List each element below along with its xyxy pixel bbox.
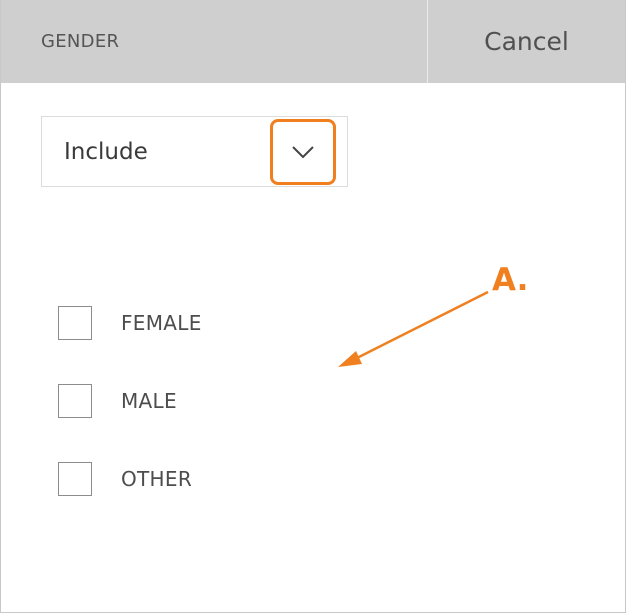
option-label: MALE — [121, 389, 177, 413]
panel-title: GENDER — [41, 31, 120, 52]
male-checkbox[interactable] — [58, 384, 92, 418]
option-label: OTHER — [121, 467, 193, 491]
option-label: FEMALE — [121, 311, 202, 335]
include-exclude-select[interactable]: Include — [41, 116, 348, 187]
select-value: Include — [64, 139, 148, 165]
option-other[interactable]: OTHER — [58, 460, 192, 498]
chevron-down-icon — [292, 146, 314, 159]
other-checkbox[interactable] — [58, 462, 92, 496]
panel-header: GENDER Cancel — [1, 0, 625, 83]
annotation-label: A. — [492, 262, 529, 298]
cancel-button[interactable]: Cancel — [428, 0, 625, 83]
option-female[interactable]: FEMALE — [58, 304, 202, 342]
gender-filter-panel: GENDER Cancel Include FEMALE MALE OTHER — [0, 0, 626, 613]
option-male[interactable]: MALE — [58, 382, 177, 420]
dropdown-toggle-button[interactable] — [270, 119, 336, 185]
female-checkbox[interactable] — [58, 306, 92, 340]
